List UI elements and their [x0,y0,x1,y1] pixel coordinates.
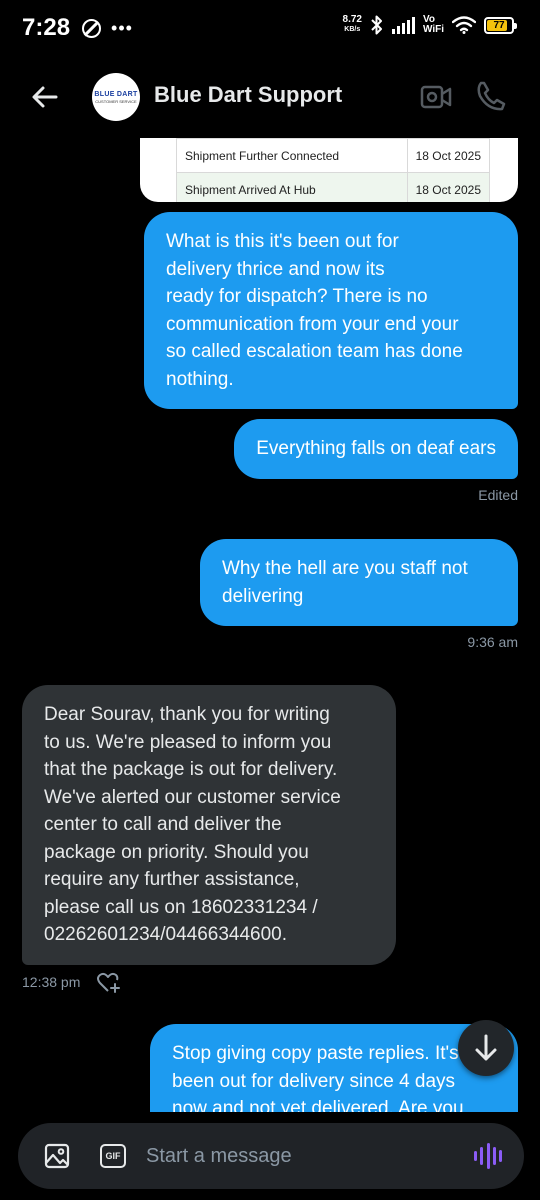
message-timestamp: 9:36 am [467,634,518,650]
signal-icon [391,16,415,34]
table-row: Shipment Arrived At Hub 18 Oct 2025 [176,172,491,202]
status-time: 7:28 [22,14,71,41]
add-reaction-icon[interactable] [96,972,120,994]
dnd-icon [82,18,102,38]
wifi-icon [452,16,476,34]
gif-button[interactable]: GIF [100,1144,126,1168]
edited-label: Edited [478,487,518,503]
network-speed: 8.72 KB/s [342,14,362,34]
bluetooth-icon [371,15,382,35]
image-icon[interactable] [44,1143,70,1169]
message-bubble-outgoing[interactable]: Why the hell are you staff not deliverin… [200,539,518,626]
conversation-header: BLUE DART CUSTOMER SERVICE Blue Dart Sup… [0,56,540,138]
message-bubble-outgoing[interactable]: What is this it's been out for delivery … [144,212,518,409]
phone-call-icon[interactable] [476,80,506,112]
more-notifications-icon: ••• [111,17,133,38]
scroll-to-bottom-button[interactable] [458,1020,514,1076]
status-bar: 7:28 ••• 8.72 KB/s Vo WiFi 77 [0,0,540,56]
arrow-down-icon [475,1034,497,1061]
avatar[interactable]: BLUE DART CUSTOMER SERVICE [92,73,140,121]
voice-message-icon[interactable] [474,1142,502,1170]
message-bubble-outgoing[interactable]: Everything falls on deaf ears [234,419,518,479]
message-bubble-incoming[interactable]: Dear Sourav, thank you for writing to us… [22,685,396,965]
video-call-icon[interactable] [420,82,452,112]
table-row: Shipment Further Connected 18 Oct 2025 [176,138,491,173]
message-timestamp: 12:38 pm [22,974,81,990]
shared-image-attachment[interactable]: Shipment Further Connected 18 Oct 2025 S… [140,138,518,202]
tracking-table: Shipment Further Connected 18 Oct 2025 S… [176,138,491,202]
message-composer: GIF [18,1123,524,1189]
conversation-title[interactable]: Blue Dart Support [154,82,342,108]
battery-icon: 77 [484,16,517,34]
message-list[interactable]: Shipment Further Connected 18 Oct 2025 S… [0,138,540,1112]
message-input[interactable] [146,1138,466,1174]
back-arrow-icon[interactable] [28,80,62,114]
vowifi-indicator: Vo WiFi [422,14,444,35]
